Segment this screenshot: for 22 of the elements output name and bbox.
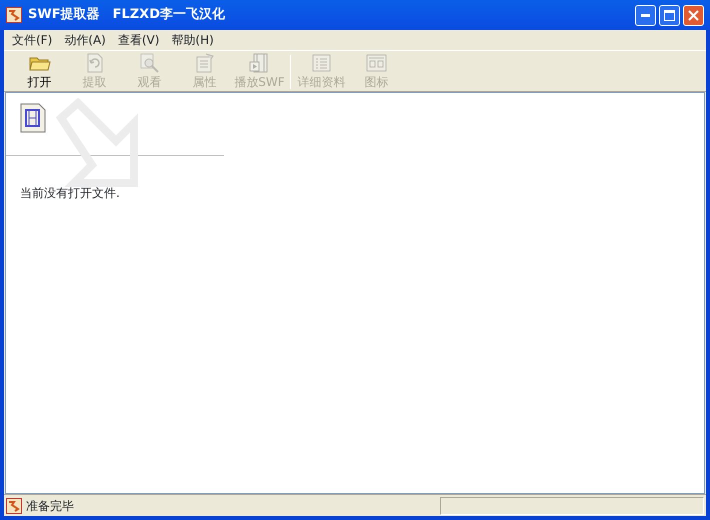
- icon-view-icon: [366, 53, 388, 73]
- minimize-button[interactable]: [635, 4, 656, 26]
- minimize-icon: [641, 14, 650, 16]
- menu-item[interactable]: 动作(A): [58, 31, 112, 49]
- close-button[interactable]: [683, 4, 704, 26]
- film-file-icon: [20, 103, 46, 133]
- close-icon: [688, 10, 699, 20]
- status-message: 当前没有打开文件.: [20, 185, 121, 202]
- toolbar-button[interactable]: 打开: [12, 53, 67, 91]
- maximize-button[interactable]: [659, 4, 680, 26]
- film-play-icon: [248, 53, 270, 73]
- app-icon: [6, 498, 22, 514]
- menu-item[interactable]: 文件(F): [6, 31, 58, 49]
- maximize-icon: [664, 10, 675, 20]
- menu-item[interactable]: 查看(V): [112, 31, 166, 49]
- properties-document-icon: [194, 53, 216, 73]
- app-icon: [6, 7, 22, 23]
- menu-item[interactable]: 帮助(H): [165, 31, 220, 49]
- window-title: SWF提取器 FLZXD李一飞汉化: [28, 6, 225, 24]
- magnifier-icon: [138, 53, 160, 73]
- details-list-icon: [310, 53, 332, 73]
- status-text: 准备完毕: [26, 498, 74, 514]
